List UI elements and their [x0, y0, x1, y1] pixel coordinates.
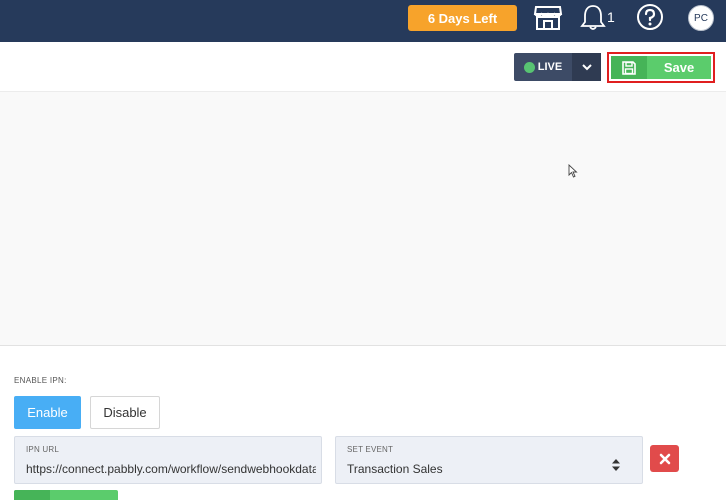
enable-ipn-label: ENABLE IPN: [14, 376, 67, 385]
trial-days-left-badge[interactable]: 6 Days Left [408, 5, 517, 31]
delete-row-button[interactable] [650, 445, 679, 472]
live-dot-icon [523, 61, 535, 73]
live-label: LIVE [537, 61, 563, 73]
ipn-url-label: IPN URL [26, 445, 59, 454]
notification-count: 1 [607, 9, 615, 25]
close-icon [659, 453, 670, 464]
store-icon[interactable] [533, 3, 563, 31]
save-icon-box [611, 56, 647, 79]
top-navigation-bar: 6 Days Left 1 PC [0, 0, 726, 42]
mouse-cursor-icon [568, 164, 578, 178]
set-event-value[interactable]: Transaction Sales [347, 462, 637, 476]
save-button[interactable]: Save [611, 56, 711, 79]
chevron-down-icon [581, 63, 592, 70]
floppy-disk-icon [622, 60, 636, 75]
workflow-canvas[interactable] [0, 92, 726, 346]
live-dropdown-toggle[interactable] [572, 53, 601, 81]
set-event-select[interactable]: SET EVENT Transaction Sales [335, 436, 643, 484]
bell-icon[interactable] [580, 3, 606, 31]
save-button-label: Save [663, 60, 695, 75]
ipn-url-field[interactable]: IPN URL https://connect.pabbly.com/workf… [14, 436, 322, 484]
enable-button[interactable]: Enable [14, 396, 81, 429]
ipn-url-value[interactable]: https://connect.pabbly.com/workflow/send… [26, 462, 316, 476]
set-event-label: SET EVENT [347, 445, 394, 454]
live-status-main[interactable]: LIVE [514, 53, 572, 81]
live-status-button[interactable]: LIVE [514, 53, 601, 81]
bottom-save-icon-box [14, 490, 50, 500]
select-arrows-icon [612, 459, 620, 471]
save-button-highlight: Save [607, 52, 715, 83]
help-icon[interactable] [636, 3, 664, 31]
user-avatar[interactable]: PC [688, 5, 714, 31]
disable-button[interactable]: Disable [90, 396, 160, 429]
bottom-save-button[interactable] [14, 490, 118, 500]
